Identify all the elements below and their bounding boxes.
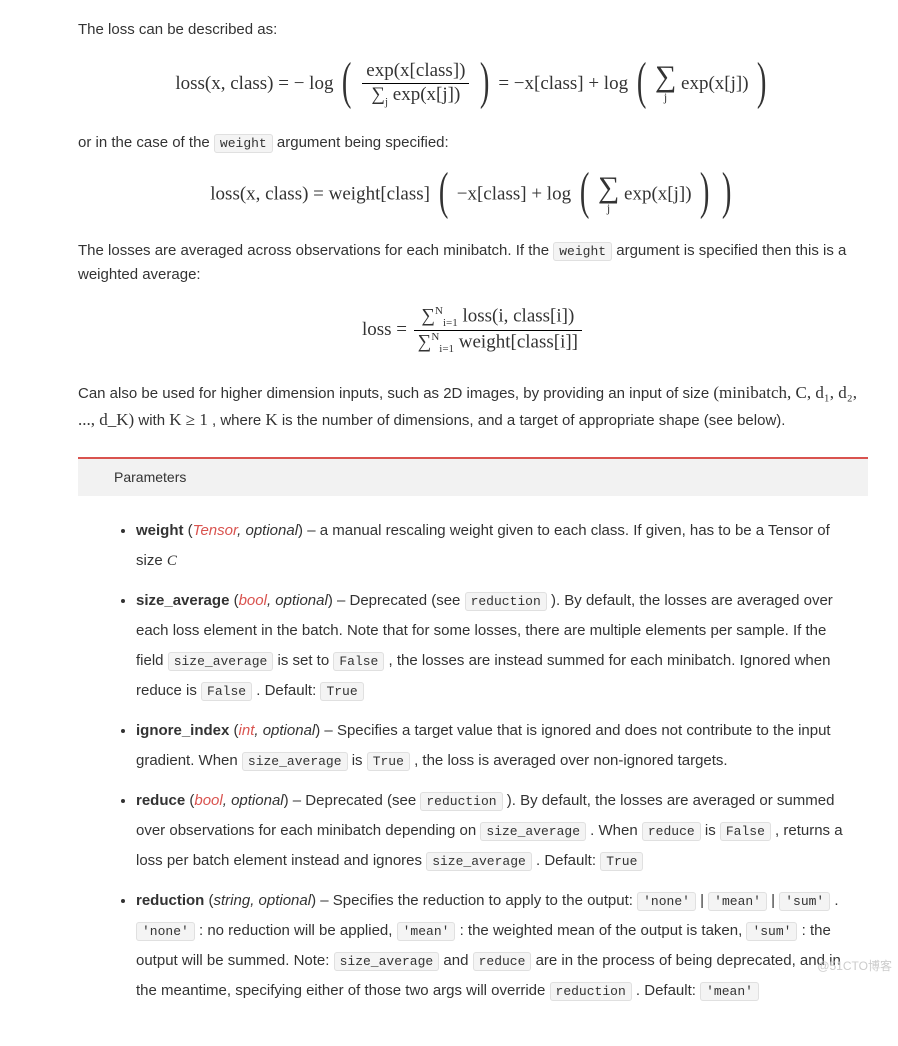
inline-code: size_average xyxy=(168,652,274,671)
inline-code: 'mean' xyxy=(397,922,456,941)
inline-code: reduce xyxy=(642,822,701,841)
inline-code: 'mean' xyxy=(700,982,759,1001)
param-type-link[interactable]: bool xyxy=(239,592,267,609)
inline-code: False xyxy=(720,822,771,841)
param-type-link[interactable]: int xyxy=(239,722,255,739)
param-name: ignore_index xyxy=(136,722,229,739)
inline-code: reduction xyxy=(465,592,547,611)
parameters-section: Parameters weight (Tensor, optional) – a… xyxy=(78,457,868,1025)
intro-paragraph-1: The loss can be described as: xyxy=(78,18,868,42)
inline-code: 'none' xyxy=(136,922,195,941)
param-name: reduction xyxy=(136,892,204,909)
param-name: weight xyxy=(136,522,184,539)
formula-1: loss(x, class) = − log ( exp(x[class]) ∑… xyxy=(78,60,868,109)
param-type: , optional xyxy=(254,722,315,739)
param-type: , optional xyxy=(223,792,284,809)
param-item: size_average (bool, optional) – Deprecat… xyxy=(136,586,848,706)
watermark: @51CTO博客 xyxy=(817,957,892,976)
inline-code: size_average xyxy=(480,822,586,841)
param-name: size_average xyxy=(136,592,229,609)
intro-paragraph-4: Can also be used for higher dimension in… xyxy=(78,379,868,433)
param-type-link[interactable]: Tensor xyxy=(193,522,237,539)
inline-code: True xyxy=(320,682,363,701)
intro-paragraph-3: The losses are averaged across observati… xyxy=(78,239,868,287)
parameters-list: weight (Tensor, optional) – a manual res… xyxy=(78,496,868,1026)
weight-code: weight xyxy=(214,134,273,153)
param-item: reduce (bool, optional) – Deprecated (se… xyxy=(136,786,848,876)
param-type: , optional xyxy=(237,522,298,539)
inline-code: False xyxy=(201,682,252,701)
param-item: weight (Tensor, optional) – a manual res… xyxy=(136,516,848,576)
weight-code: weight xyxy=(553,242,612,261)
param-name: reduce xyxy=(136,792,185,809)
inline-code: size_average xyxy=(334,952,440,971)
parameters-header: Parameters xyxy=(78,457,868,495)
formula-3: loss = ∑Ni=1 loss(i, class[i]) ∑Ni=1 wei… xyxy=(78,305,868,357)
inline-math: C xyxy=(167,553,177,569)
inline-code: reduction xyxy=(550,982,632,1001)
inline-code: 'sum' xyxy=(779,892,830,911)
param-item: ignore_index (int, optional) – Specifies… xyxy=(136,716,848,776)
inline-code: 'sum' xyxy=(746,922,797,941)
formula-2: loss(x, class) = weight[class] ( −x[clas… xyxy=(78,173,868,217)
inline-code: reduction xyxy=(420,792,502,811)
intro-paragraph-2: or in the case of the weight argument be… xyxy=(78,131,868,155)
inline-code: 'mean' xyxy=(708,892,767,911)
param-type: , optional xyxy=(267,592,328,609)
inline-code: 'none' xyxy=(637,892,696,911)
inline-code: True xyxy=(367,752,410,771)
param-type-link[interactable]: bool xyxy=(194,792,222,809)
inline-code: size_average xyxy=(242,752,348,771)
param-item: reduction (string, optional) – Specifies… xyxy=(136,886,848,1006)
doc-body: The loss can be described as: loss(x, cl… xyxy=(0,0,898,1046)
inline-code: size_average xyxy=(426,852,532,871)
inline-code: True xyxy=(600,852,643,871)
inline-code: False xyxy=(333,652,384,671)
param-type: string, optional xyxy=(214,892,312,909)
inline-code: reduce xyxy=(473,952,532,971)
